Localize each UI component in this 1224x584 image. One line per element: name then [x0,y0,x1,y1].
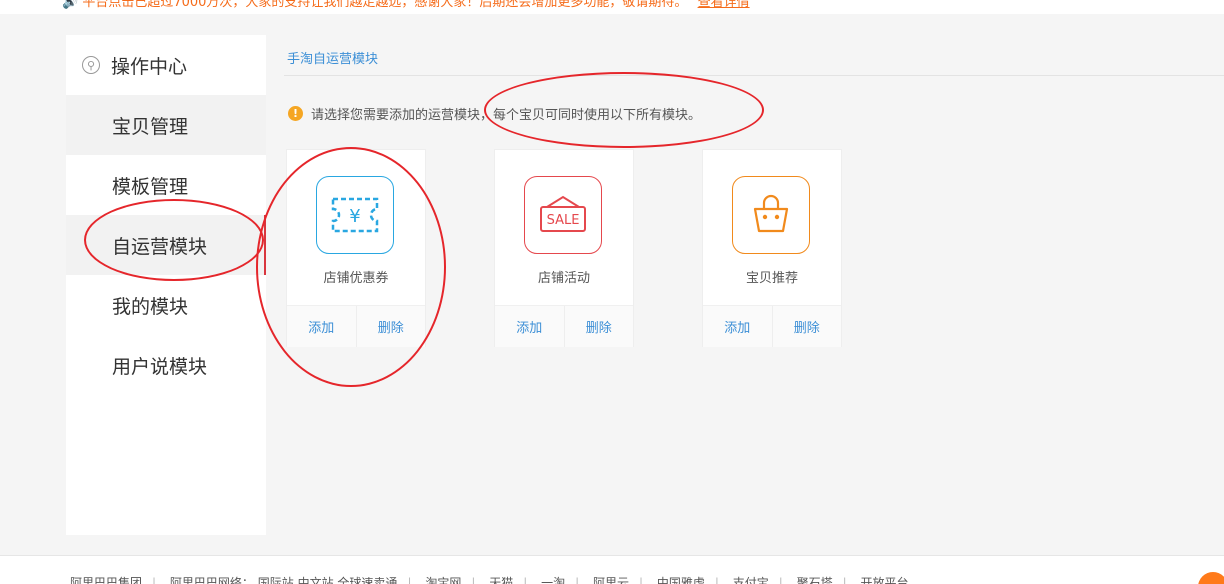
sidebar-item-label: 我的模块 [112,295,189,318]
top-notice: 🔊 平台点击已超过7000万次，大家的支持让我们越走越远，感谢大家！后期还会增加… [62,0,750,10]
sidebar-item-label: 宝贝管理 [112,115,189,138]
sidebar-item-template-management[interactable]: 模板管理 [66,155,266,215]
coupon-icon: ¥ [316,176,394,254]
delete-recommend-button[interactable]: 删除 [771,306,842,347]
sidebar-item-label: 操作中心 [111,55,188,78]
announcement-icon: 🔊 [62,0,79,10]
sale-tag-icon: SALE [524,176,602,254]
module-name: 店铺优惠券 [323,271,389,286]
module-card-coupon: ¥ 店铺优惠券 添加 删除 [287,150,425,347]
warning-icon: ! [288,106,303,121]
module-actions: 添加 删除 [287,305,425,347]
top-notice-link[interactable]: 查看详情 [698,0,750,10]
delete-coupon-button[interactable]: 删除 [355,306,426,347]
add-activity-button[interactable]: 添加 [495,306,564,347]
module-card-store-activity: SALE 店铺活动 添加 删除 [495,150,633,347]
main-content: 手淘自运营模块 ! 请选择您需要添加的运营模块，每个宝贝可同时使用以下所有模块。… [276,35,1224,535]
sidebar: ⚲ 操作中心 宝贝管理 模板管理 自运营模块 我的模块 用户说模块 [66,35,266,535]
add-recommend-button[interactable]: 添加 [703,306,772,347]
sidebar-item-user-says-modules[interactable]: 用户说模块 [66,335,266,395]
sidebar-item-operation-center[interactable]: ⚲ 操作中心 [66,35,266,95]
footer: 阿里巴巴集团 | 阿里巴巴网络： 国际站 中文站 全球速卖通 | 淘宝网 | 天猫 | … [0,555,1224,584]
delete-activity-button[interactable]: 删除 [563,306,634,347]
wrench-icon: ⚲ [82,56,100,74]
sidebar-item-item-management[interactable]: 宝贝管理 [66,95,266,155]
module-card-item-recommend: 宝贝推荐 添加 删除 [703,150,841,347]
top-notice-bar: 🔊 平台点击已超过7000万次，大家的支持让我们越走越远，感谢大家！后期还会增加… [0,0,1224,14]
mascot-icon[interactable] [1198,572,1224,584]
svg-text:¥: ¥ [349,206,360,227]
shopping-bag-icon [732,176,810,254]
sidebar-item-label: 自运营模块 [112,235,208,258]
active-indicator [264,215,266,275]
divider [284,75,1224,76]
top-notice-text: 平台点击已超过7000万次，大家的支持让我们越走越远，感谢大家！后期还会增加更多… [82,0,688,10]
sidebar-item-label: 模板管理 [112,175,189,198]
module-name: 店铺活动 [537,271,590,286]
add-coupon-button[interactable]: 添加 [287,306,356,347]
svg-text:SALE: SALE [547,213,580,228]
sidebar-item-label: 用户说模块 [112,355,208,378]
breadcrumb[interactable]: 手淘自运营模块 [287,48,378,67]
sidebar-item-my-modules[interactable]: 我的模块 [66,275,266,335]
module-name: 宝贝推荐 [745,271,798,286]
info-tip: ! 请选择您需要添加的运营模块，每个宝贝可同时使用以下所有模块。 [288,104,701,123]
module-actions: 添加 删除 [495,305,633,347]
module-actions: 添加 删除 [703,305,841,347]
sidebar-item-self-operated-modules[interactable]: 自运营模块 [66,215,266,275]
info-tip-text: 请选择您需要添加的运营模块，每个宝贝可同时使用以下所有模块。 [311,108,702,123]
